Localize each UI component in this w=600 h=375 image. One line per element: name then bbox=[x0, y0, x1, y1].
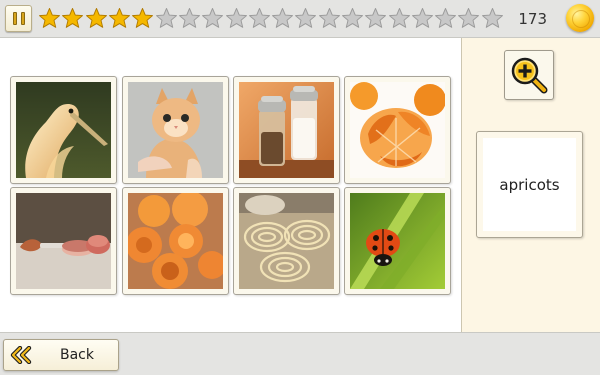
star-rating bbox=[38, 5, 504, 31]
zoom-in-icon bbox=[511, 57, 548, 94]
back-button[interactable]: Back bbox=[3, 339, 119, 371]
image-card-makeup-brush[interactable] bbox=[10, 187, 117, 295]
coin-icon bbox=[566, 4, 594, 32]
star-empty-icon bbox=[294, 5, 317, 31]
double-chevron-left-icon bbox=[10, 346, 32, 364]
pasta-nests-photo bbox=[239, 193, 334, 289]
back-button-label: Back bbox=[60, 347, 94, 363]
star-filled-icon bbox=[108, 5, 131, 31]
pause-icon bbox=[12, 12, 17, 25]
star-empty-icon bbox=[387, 5, 410, 31]
star-empty-icon bbox=[224, 5, 247, 31]
star-filled-icon bbox=[131, 5, 154, 31]
apricots-photo bbox=[128, 193, 223, 289]
target-word: apricots bbox=[483, 138, 576, 231]
star-empty-icon bbox=[154, 5, 177, 31]
star-empty-icon bbox=[271, 5, 294, 31]
star-empty-icon bbox=[341, 5, 364, 31]
star-empty-icon bbox=[364, 5, 387, 31]
score-counter: 173 bbox=[518, 10, 547, 28]
star-empty-icon bbox=[201, 5, 224, 31]
star-empty-icon bbox=[178, 5, 201, 31]
star-empty-icon bbox=[248, 5, 271, 31]
top-bar: 173 bbox=[0, 0, 600, 36]
star-empty-icon bbox=[318, 5, 341, 31]
image-card-heron[interactable] bbox=[10, 76, 117, 184]
star-filled-icon bbox=[38, 5, 61, 31]
zoom-button[interactable] bbox=[504, 50, 554, 100]
heron-photo bbox=[16, 82, 111, 178]
makeup-brush-photo bbox=[16, 193, 111, 289]
star-filled-icon bbox=[85, 5, 108, 31]
salt-and-pepper-photo bbox=[239, 82, 334, 178]
image-card-apricots[interactable] bbox=[122, 187, 229, 295]
image-card-kitten[interactable] bbox=[122, 76, 229, 184]
image-card-pasta-nests[interactable] bbox=[233, 187, 340, 295]
kitten-photo bbox=[128, 82, 223, 178]
image-grid bbox=[0, 38, 461, 332]
star-empty-icon bbox=[457, 5, 480, 31]
star-empty-icon bbox=[481, 5, 504, 31]
star-filled-icon bbox=[61, 5, 84, 31]
pause-icon-bar bbox=[20, 12, 25, 25]
game-board: apricots bbox=[0, 37, 600, 333]
image-card-salt-and-pepper-shakers[interactable] bbox=[233, 76, 340, 184]
pause-button[interactable] bbox=[5, 5, 32, 32]
mandarin-orange-photo bbox=[350, 82, 445, 178]
star-empty-icon bbox=[411, 5, 434, 31]
star-empty-icon bbox=[434, 5, 457, 31]
image-card-mandarin-orange[interactable] bbox=[344, 76, 451, 184]
side-panel: apricots bbox=[461, 38, 600, 332]
image-card-ladybug[interactable] bbox=[344, 187, 451, 295]
target-word-card: apricots bbox=[476, 131, 583, 238]
ladybug-photo bbox=[350, 193, 445, 289]
